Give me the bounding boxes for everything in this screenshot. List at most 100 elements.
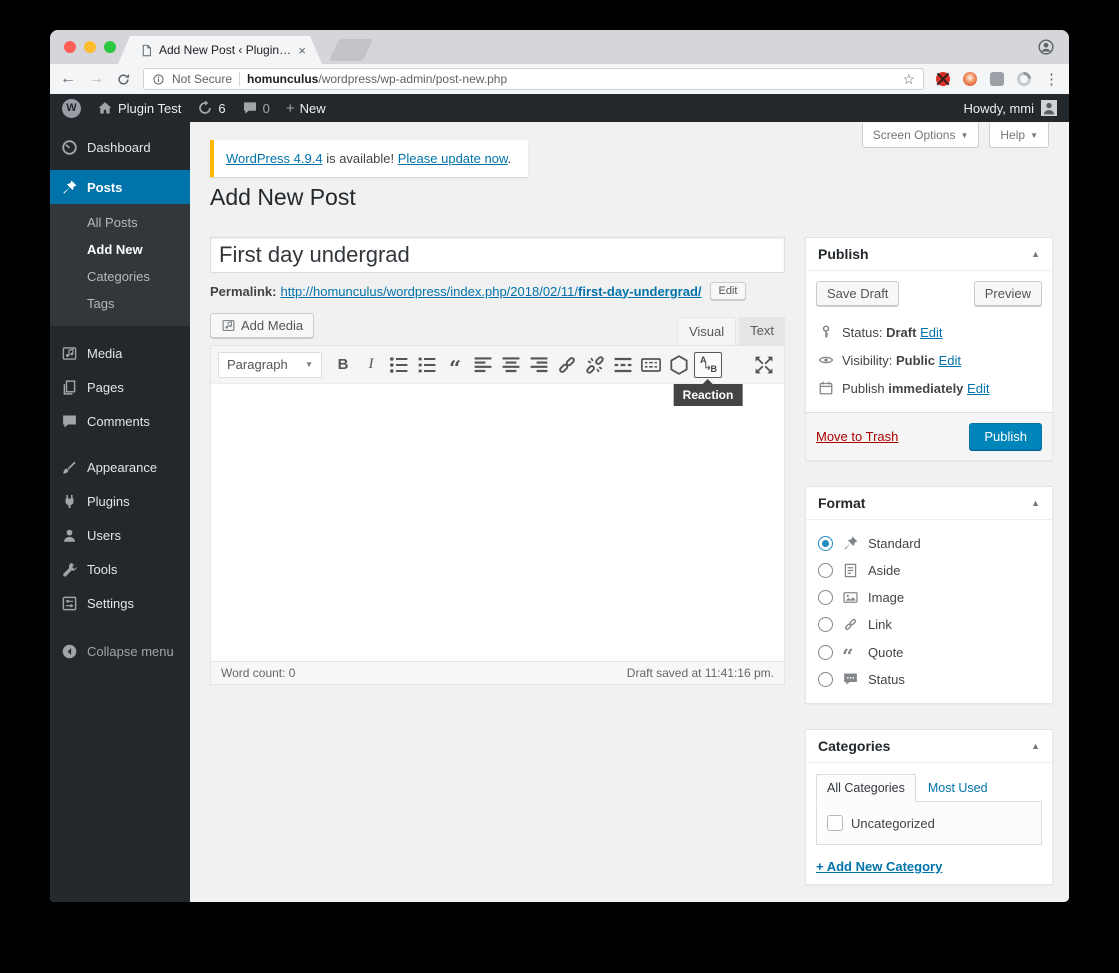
remove-link-button[interactable] [582, 353, 608, 377]
format-option-quote[interactable]: “ Quote [816, 638, 1042, 666]
new-tab-button[interactable] [328, 39, 374, 61]
format-option-status[interactable]: Status [816, 666, 1042, 693]
paragraph-format-dropdown[interactable]: Paragraph ▼ [218, 351, 322, 378]
add-media-button[interactable]: Add Media [210, 313, 315, 338]
swirl-extension-icon[interactable] [1014, 69, 1034, 89]
admin-bar-site-name[interactable]: Plugin Test [97, 100, 181, 116]
radio-link[interactable] [818, 617, 833, 632]
move-to-trash-link[interactable]: Move to Trash [816, 429, 898, 444]
zoom-window-button[interactable] [104, 41, 116, 53]
tab-close-icon[interactable]: × [298, 44, 306, 57]
tab-all-categories[interactable]: All Categories [816, 774, 916, 802]
post-title-input[interactable] [210, 237, 785, 273]
forward-icon[interactable]: → [88, 71, 104, 87]
submenu-all-posts[interactable]: All Posts [50, 209, 190, 236]
sidebar-item-tools[interactable]: Tools [50, 552, 190, 586]
bold-button[interactable]: B [330, 353, 356, 377]
numbered-list-button[interactable] [414, 353, 440, 377]
wp-admin-bar: W Plugin Test 6 0 + New Howdy, mmi [50, 94, 1069, 122]
collapse-toggle-icon[interactable]: ▲ [1031, 249, 1040, 259]
wordpress-logo-icon[interactable]: W [62, 98, 81, 118]
permalink-edit-button[interactable]: Edit [709, 282, 747, 300]
edit-visibility-link[interactable]: Edit [939, 353, 961, 368]
blockquote-button[interactable]: “ [442, 353, 468, 379]
admin-bar-new[interactable]: + New [286, 101, 326, 116]
gray-extension-icon[interactable] [990, 72, 1004, 86]
tab-most-used[interactable]: Most Used [916, 775, 1000, 801]
edit-status-link[interactable]: Edit [920, 325, 942, 340]
minimize-window-button[interactable] [84, 41, 96, 53]
sidebar-item-comments[interactable]: Comments [50, 404, 190, 438]
distraction-free-button[interactable] [751, 353, 777, 377]
align-right-button[interactable] [526, 353, 552, 377]
sidebar-item-media[interactable]: Media [50, 336, 190, 370]
sidebar-item-plugins[interactable]: Plugins [50, 484, 190, 518]
url-field[interactable]: Not Secure homunculus/wordpress/wp-admin… [142, 68, 924, 90]
submenu-categories[interactable]: Categories [50, 263, 190, 290]
sidebar-item-collapse-menu[interactable]: Collapse menu [50, 634, 190, 668]
info-icon[interactable] [152, 73, 165, 86]
browser-tab[interactable]: Add New Post ‹ Plugin Test — × [118, 36, 322, 64]
save-draft-button[interactable]: Save Draft [816, 281, 900, 306]
toolbar-toggle-button[interactable] [638, 353, 664, 377]
radio-quote[interactable] [818, 644, 833, 660]
italic-button[interactable]: I [358, 353, 384, 377]
sidebar-item-posts[interactable]: Posts [50, 170, 199, 204]
sidebar-item-settings[interactable]: Settings [50, 586, 190, 620]
comments-bubble-icon [242, 100, 258, 116]
screen-options-button[interactable]: Screen Options ▼ [861, 123, 980, 148]
categories-box-header[interactable]: Categories ▲ [806, 730, 1052, 763]
admin-bar-account[interactable]: Howdy, mmi [963, 100, 1057, 116]
format-option-standard[interactable]: Standard [816, 530, 1042, 557]
tab-text[interactable]: Text [739, 317, 785, 346]
sidebar-item-pages[interactable]: Pages [50, 370, 190, 404]
orange-extension-icon[interactable] [963, 72, 977, 86]
edit-schedule-link[interactable]: Edit [967, 381, 989, 396]
format-box-header[interactable]: Format ▲ [806, 487, 1052, 520]
submenu-add-new[interactable]: Add New [50, 236, 190, 263]
read-more-button[interactable] [610, 353, 636, 377]
sidebar-item-appearance[interactable]: Appearance [50, 450, 190, 484]
publish-box-header[interactable]: Publish ▲ [806, 238, 1052, 271]
collapse-toggle-icon[interactable]: ▲ [1031, 498, 1040, 508]
howdy-text: Howdy, mmi [963, 100, 1034, 116]
radio-aside[interactable] [818, 563, 833, 578]
browser-menu-icon[interactable]: ⋮ [1044, 70, 1059, 88]
preview-button[interactable]: Preview [973, 281, 1042, 306]
update-now-link[interactable]: Please update now [398, 151, 508, 166]
admin-bar-comments[interactable]: 0 [242, 100, 270, 116]
hexagon-plugin-button[interactable] [666, 353, 692, 377]
help-button[interactable]: Help ▼ [989, 123, 1049, 148]
tab-visual[interactable]: Visual [676, 317, 737, 346]
category-item-uncategorized[interactable]: Uncategorized [827, 815, 1031, 831]
reaction-button[interactable]: A ↳ B [694, 351, 722, 378]
browser-profile-icon[interactable] [1037, 38, 1055, 56]
submenu-tags[interactable]: Tags [50, 290, 190, 317]
bulleted-list-button[interactable] [386, 353, 412, 377]
permalink-url[interactable]: http://homunculus/wordpress/index.php/20… [280, 284, 701, 299]
sidebar-item-dashboard[interactable]: Dashboard [50, 130, 190, 164]
radio-standard[interactable] [818, 536, 833, 551]
bookmark-star-icon[interactable]: ☆ [902, 71, 915, 88]
admin-content: Screen Options ▼ Help ▼ WordPress 4.9.4 … [190, 122, 1069, 902]
insert-link-button[interactable] [554, 353, 580, 377]
back-icon[interactable]: ← [60, 71, 76, 87]
uncategorized-checkbox[interactable] [827, 815, 843, 831]
format-option-aside[interactable]: Aside [816, 557, 1042, 584]
format-option-link[interactable]: Link [816, 611, 1042, 638]
reload-icon[interactable] [116, 72, 131, 87]
radio-image[interactable] [818, 590, 833, 605]
blocker-extension-icon[interactable] [936, 72, 950, 86]
radio-status[interactable] [818, 672, 833, 687]
align-center-button[interactable] [498, 353, 524, 377]
editor-content-area[interactable] [211, 384, 784, 661]
wordpress-version-link[interactable]: WordPress 4.9.4 [226, 151, 323, 166]
sidebar-item-users[interactable]: Users [50, 518, 190, 552]
align-left-button[interactable] [470, 353, 496, 377]
collapse-toggle-icon[interactable]: ▲ [1031, 741, 1040, 751]
publish-button[interactable]: Publish [969, 423, 1042, 450]
add-new-category-link[interactable]: + Add New Category [816, 859, 942, 874]
close-window-button[interactable] [64, 41, 76, 53]
format-option-image[interactable]: Image [816, 584, 1042, 611]
admin-bar-updates[interactable]: 6 [197, 100, 226, 116]
